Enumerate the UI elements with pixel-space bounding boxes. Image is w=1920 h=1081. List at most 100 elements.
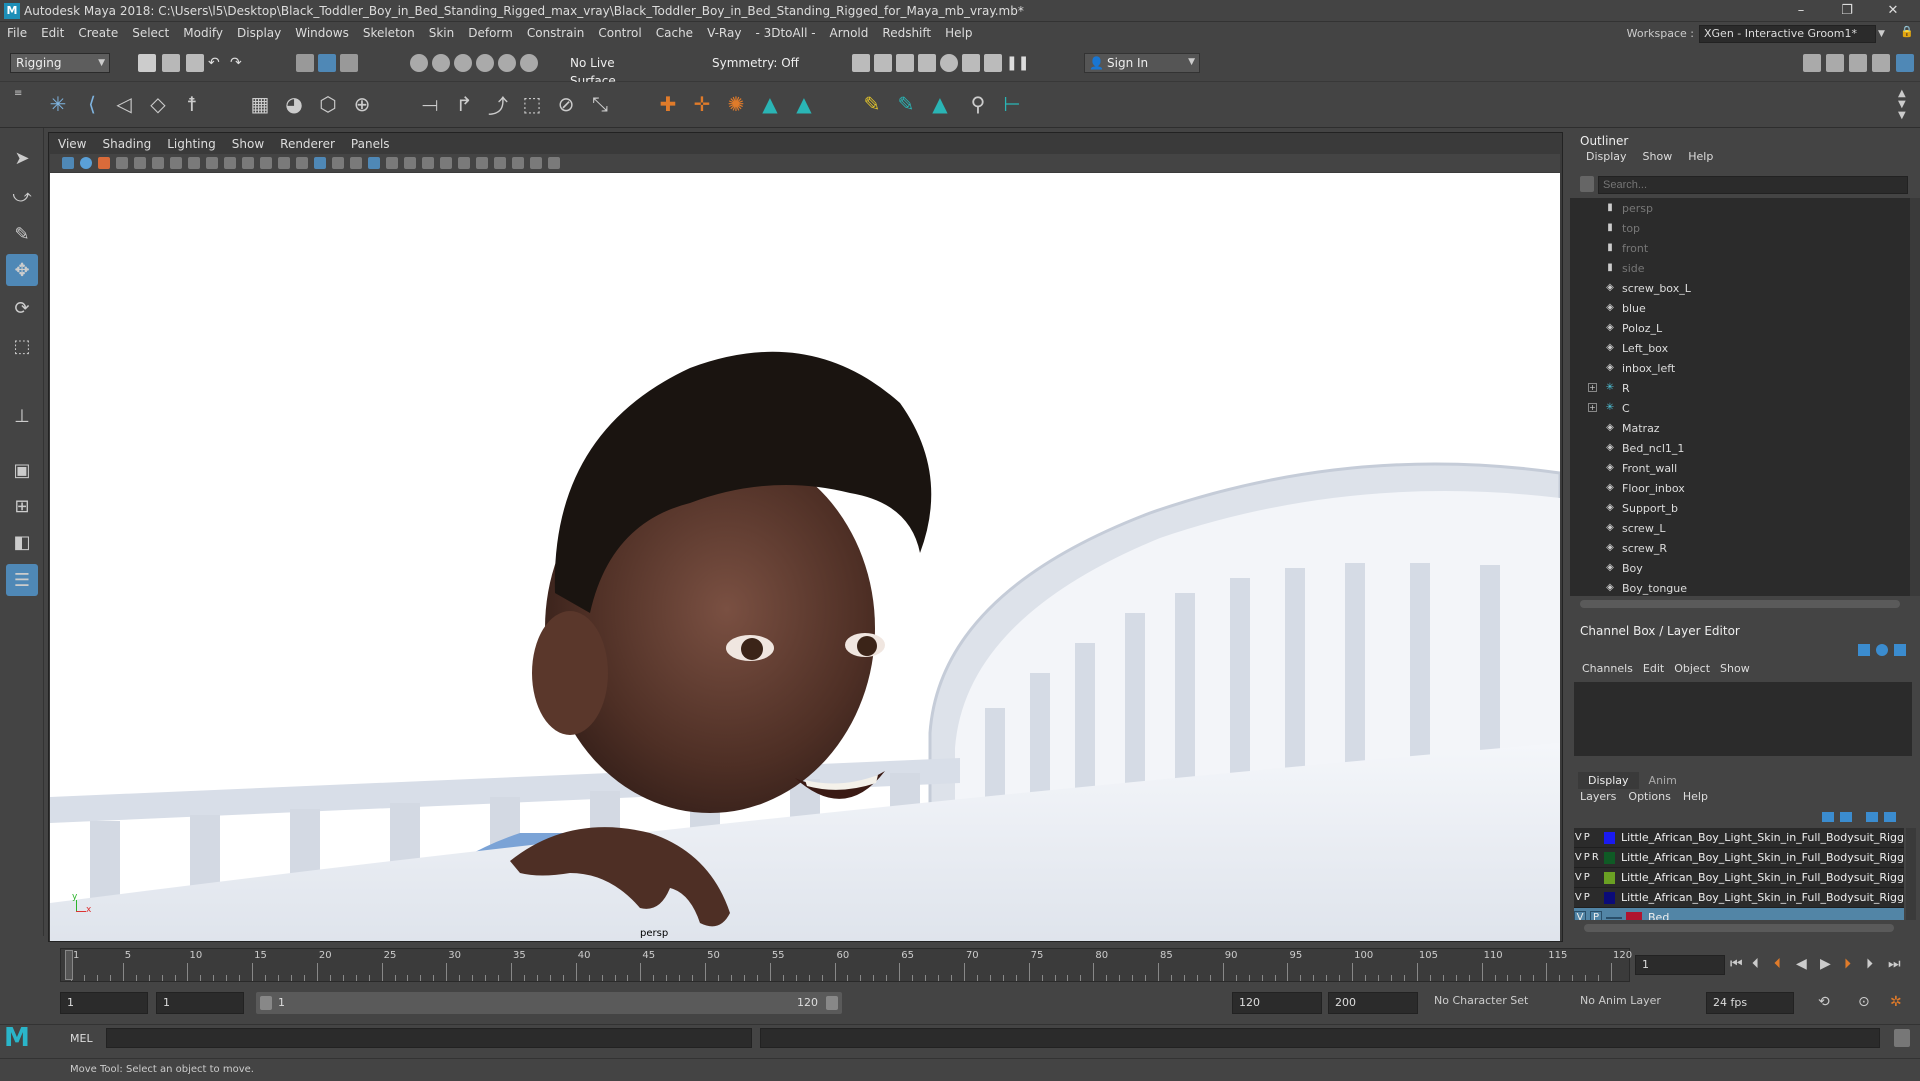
- select-camera-icon[interactable]: [62, 157, 74, 169]
- expand-icon[interactable]: +: [1588, 403, 1597, 412]
- layer-row[interactable]: V P Little_African_Boy_Light_Skin_in_Ful…: [1574, 828, 1904, 848]
- outliner-item[interactable]: ◈ screw_R: [1570, 538, 1910, 558]
- menu-select[interactable]: Select: [125, 26, 176, 40]
- redo-icon[interactable]: ↷: [230, 56, 248, 74]
- scale-tool-icon[interactable]: ⬚: [6, 330, 38, 362]
- layer-menu-help[interactable]: Help: [1683, 790, 1720, 803]
- outliner-item[interactable]: ◈ Front_wall: [1570, 458, 1910, 478]
- outliner-item[interactable]: ◈ screw_L: [1570, 518, 1910, 538]
- snap-pivot-icon[interactable]: [520, 54, 538, 72]
- tool-settings-icon[interactable]: [1849, 54, 1867, 72]
- bookmarks-icon[interactable]: [98, 157, 110, 169]
- character-set-dropdown[interactable]: No Character Set: [1434, 994, 1528, 1007]
- xray-icon[interactable]: [404, 157, 416, 169]
- layer-color-swatch[interactable]: [1626, 911, 1642, 920]
- outliner-horizontal-scrollbar[interactable]: [1580, 600, 1900, 608]
- outliner-item[interactable]: ◈ Bed_ncl1_1: [1570, 438, 1910, 458]
- menu-redshift[interactable]: Redshift: [875, 26, 938, 40]
- shelf-options-icon[interactable]: ≡: [14, 88, 28, 122]
- visibility-toggle[interactable]: V: [1574, 911, 1586, 920]
- scale-constraint-icon[interactable]: ⊘: [552, 90, 580, 118]
- channel-menu-object[interactable]: Object: [1672, 662, 1718, 675]
- outliner-item[interactable]: ◈ screw_box_L: [1570, 278, 1910, 298]
- grease-pencil-icon[interactable]: [152, 157, 164, 169]
- minimize-button[interactable]: –: [1780, 0, 1822, 22]
- go-to-start-icon[interactable]: ⏮: [1730, 956, 1743, 972]
- paint-weights-icon[interactable]: ⬡: [314, 90, 342, 118]
- step-forward-key-icon[interactable]: ⏵: [1866, 956, 1873, 972]
- viewport-menu-view[interactable]: View: [50, 137, 94, 151]
- anim-layer-dropdown[interactable]: No Anim Layer: [1580, 994, 1661, 1007]
- range-slider[interactable]: 1 120: [256, 992, 842, 1014]
- playback-start-field[interactable]: 1: [156, 992, 244, 1014]
- outliner-item[interactable]: ▮ persp: [1570, 198, 1910, 218]
- lattice-icon[interactable]: ⊕: [348, 90, 376, 118]
- move-layer-up-icon[interactable]: [1822, 812, 1834, 822]
- animation-end-field[interactable]: 200: [1328, 992, 1418, 1014]
- safe-title-icon[interactable]: [278, 157, 290, 169]
- wireframe-on-shaded-icon[interactable]: [332, 157, 344, 169]
- tab-display[interactable]: Display: [1578, 772, 1639, 789]
- layer-color-swatch[interactable]: [1603, 871, 1616, 884]
- maximize-button[interactable]: ❐: [1826, 0, 1868, 22]
- playback-toggle[interactable]: P: [1583, 872, 1592, 883]
- grid-icon[interactable]: [170, 157, 182, 169]
- reference-toggle[interactable]: [1606, 916, 1622, 919]
- depth-of-field-icon[interactable]: [494, 157, 506, 169]
- outliner-item[interactable]: + ✳ C: [1570, 398, 1910, 418]
- menu-help[interactable]: Help: [938, 26, 979, 40]
- pin-tool-icon[interactable]: ⚲: [964, 90, 992, 118]
- layer-menu-layers[interactable]: Layers: [1580, 790, 1628, 803]
- ambient-occlusion-icon[interactable]: [440, 157, 452, 169]
- mel-command-input[interactable]: [106, 1028, 752, 1048]
- menu-skeleton[interactable]: Skeleton: [356, 26, 422, 40]
- mirror-skin-icon[interactable]: ⊢: [998, 90, 1026, 118]
- current-time-marker[interactable]: [65, 950, 73, 980]
- step-forward-frame-icon[interactable]: ⏵: [1844, 956, 1851, 972]
- reference-toggle[interactable]: R: [1591, 852, 1600, 863]
- lasso-tool-icon[interactable]: ⤻: [6, 180, 38, 212]
- resolution-gate-icon[interactable]: [206, 157, 218, 169]
- field-chart-icon[interactable]: [242, 157, 254, 169]
- vray-render-icon[interactable]: [984, 54, 1002, 72]
- auto-key-icon[interactable]: ⊙: [1858, 994, 1870, 1010]
- visibility-toggle[interactable]: V: [1574, 872, 1583, 883]
- select-component-icon[interactable]: [340, 54, 358, 72]
- move-layer-down-icon[interactable]: [1840, 812, 1852, 822]
- paint-skin-icon[interactable]: ✎: [858, 90, 886, 118]
- smooth-shade-icon[interactable]: [314, 157, 326, 169]
- workspace-chevron-down-icon[interactable]: ▼: [1878, 25, 1890, 43]
- humanik-icon[interactable]: ☨: [178, 90, 206, 118]
- playback-end-value[interactable]: 120: [1232, 992, 1322, 1014]
- viewport-menu-show[interactable]: Show: [224, 137, 272, 151]
- isolate-select-icon[interactable]: [512, 157, 524, 169]
- smooth-bind-icon[interactable]: ◕: [280, 90, 308, 118]
- range-start-handle[interactable]: [260, 996, 272, 1010]
- create-joints-icon[interactable]: ✳: [44, 90, 72, 118]
- play-forwards-icon[interactable]: ▶: [1820, 956, 1831, 972]
- menuset-dropdown[interactable]: Rigging ▼: [10, 53, 110, 73]
- menu-edit[interactable]: Edit: [34, 26, 71, 40]
- workspace-dropdown[interactable]: XGen - Interactive Groom1*: [1699, 25, 1876, 43]
- character-rig-icon[interactable]: ✺: [722, 90, 750, 118]
- orient-constraint-icon[interactable]: ⬚: [518, 90, 546, 118]
- viewport-menu-renderer[interactable]: Renderer: [272, 137, 343, 151]
- render-view-icon[interactable]: [962, 54, 980, 72]
- rotate-tool-icon[interactable]: ⟳: [6, 292, 38, 324]
- snap-point-icon[interactable]: [454, 54, 472, 72]
- textured-icon[interactable]: [350, 157, 362, 169]
- symmetry-dropdown[interactable]: Symmetry: Off: [706, 53, 806, 73]
- playback-toggle[interactable]: P: [1583, 892, 1592, 903]
- outliner-item[interactable]: ◈ Boy: [1570, 558, 1910, 578]
- new-scene-icon[interactable]: [138, 54, 156, 72]
- step-back-frame-icon[interactable]: ⏴: [1774, 956, 1781, 972]
- viewport-menu-panels[interactable]: Panels: [343, 137, 398, 151]
- shelf-scroll-icon[interactable]: ▲ ▼ ▼: [1898, 88, 1912, 122]
- ipr-render-icon[interactable]: [896, 54, 914, 72]
- ik-handle-icon[interactable]: ⟨: [78, 90, 106, 118]
- paint-select-tool-icon[interactable]: ✎: [6, 218, 38, 250]
- render-current-icon[interactable]: [874, 54, 892, 72]
- wrap-deformer-icon[interactable]: ▲: [790, 90, 818, 118]
- lock-icon[interactable]: 🔒: [1900, 25, 1914, 43]
- expand-icon[interactable]: +: [1588, 383, 1597, 392]
